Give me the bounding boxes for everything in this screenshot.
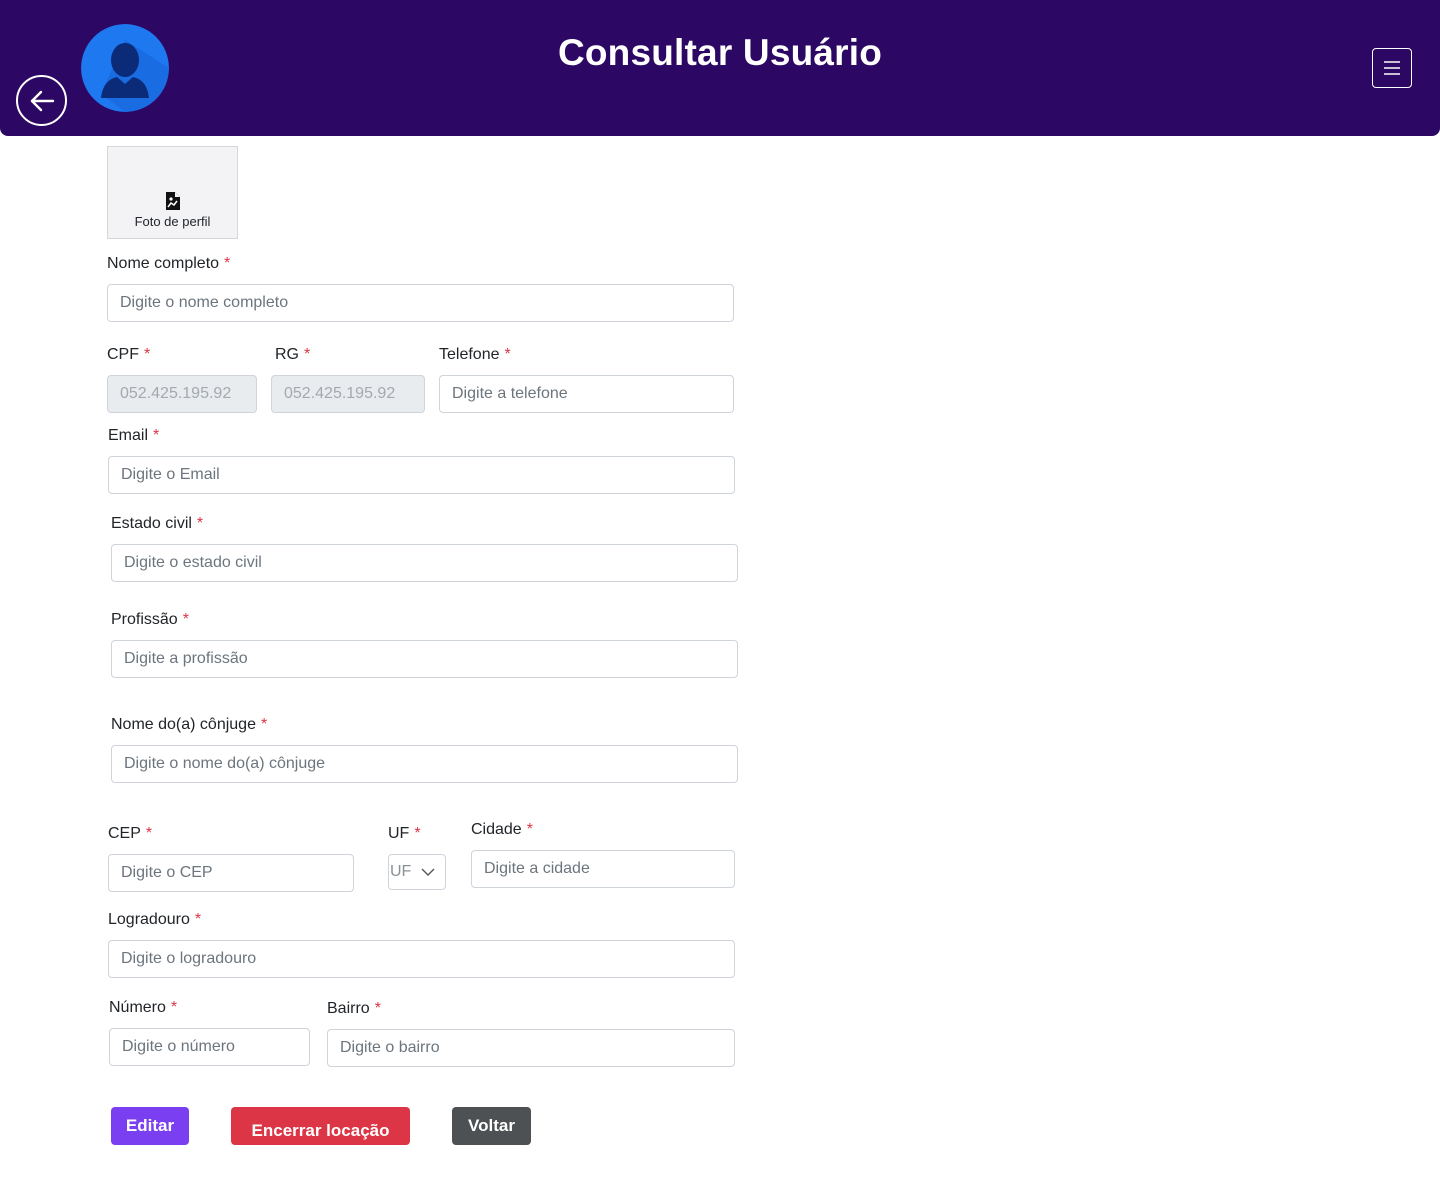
nome-completo-input[interactable] (107, 284, 734, 322)
email-label: Email * (108, 427, 160, 444)
profile-photo-label: Foto de perfil (134, 214, 211, 229)
cidade-input[interactable] (471, 850, 735, 888)
image-file-icon (165, 192, 180, 210)
telefone-label: Telefone * (439, 346, 511, 363)
cep-input[interactable] (108, 854, 354, 892)
nome-completo-label: Nome completo * (107, 255, 231, 272)
cpf-label: CPF * (107, 346, 151, 363)
conjuge-label: Nome do(a) cônjuge * (111, 716, 268, 733)
profissao-input[interactable] (111, 640, 738, 678)
logradouro-input[interactable] (108, 940, 735, 978)
logradouro-label: Logradouro * (108, 911, 202, 928)
telefone-input[interactable] (439, 375, 734, 413)
uf-selected-value: UF (390, 863, 412, 880)
edit-button[interactable]: Editar (111, 1107, 189, 1145)
end-rental-button[interactable]: Encerrar locação (231, 1107, 410, 1145)
numero-label: Número * (109, 999, 178, 1016)
rg-label: RG * (275, 346, 311, 363)
uf-select[interactable]: UF (388, 854, 446, 890)
back-button[interactable]: Voltar (452, 1107, 531, 1145)
hamburger-icon (1384, 61, 1400, 75)
hamburger-menu-button[interactable] (1372, 48, 1412, 88)
profile-photo-upload[interactable]: Foto de perfil (107, 146, 238, 239)
estado-civil-input[interactable] (111, 544, 738, 582)
uf-label: UF * (388, 825, 421, 842)
cep-label: CEP * (108, 825, 153, 842)
email-input[interactable] (108, 456, 735, 494)
estado-civil-label: Estado civil * (111, 515, 204, 532)
arrow-left-icon (30, 90, 54, 111)
bairro-label: Bairro * (327, 1000, 381, 1017)
cpf-input[interactable] (107, 375, 257, 413)
page-title: Consultar Usuário (557, 32, 883, 73)
back-arrow-button[interactable] (16, 75, 67, 126)
numero-input[interactable] (109, 1028, 310, 1066)
chevron-down-icon (421, 868, 435, 876)
top-header: Consultar Usuário (0, 0, 1440, 136)
profissao-label: Profissão * (111, 611, 189, 628)
cidade-label: Cidade * (471, 821, 533, 838)
rg-input[interactable] (271, 375, 425, 413)
bairro-input[interactable] (327, 1029, 735, 1067)
conjuge-input[interactable] (111, 745, 738, 783)
